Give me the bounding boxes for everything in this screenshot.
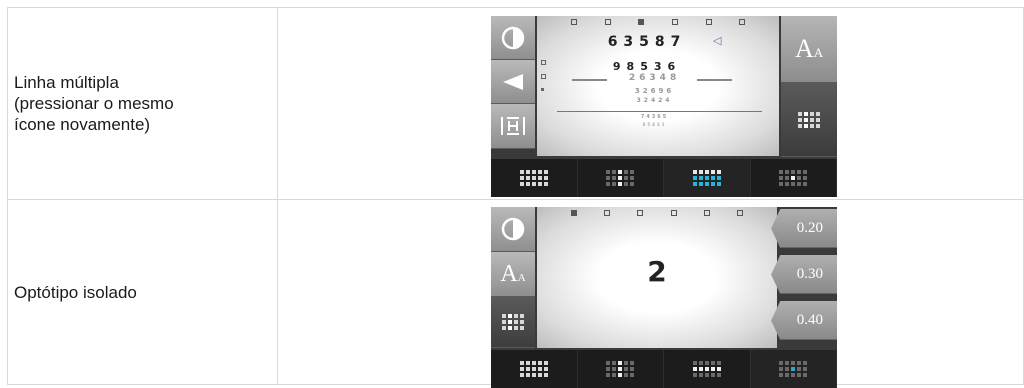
optotype-line-6: 74365 [640,114,669,120]
font-size-small-glyph: A [813,45,824,60]
tab-multiple-lines[interactable] [664,350,751,388]
table-row: Linha múltipla (pressionar o mesmo ícone… [6,7,1024,200]
contrast-icon [501,217,525,241]
grid-icon [502,314,525,330]
acuity-button-1[interactable]: 0.20 [771,209,838,248]
tab-single-column[interactable] [578,350,665,388]
mode-tabbar [491,350,838,388]
row-label: Optótipo isolado [14,282,137,302]
acuity-button-2[interactable]: 0.30 [771,255,838,294]
tab-multiple-lines[interactable] [664,159,751,197]
contrast-button[interactable] [491,207,536,252]
grid-icon [779,170,808,186]
optotype-line-2: 98536 [612,60,682,73]
position-markers [537,19,779,25]
grid-icon [692,361,721,377]
position-markers [537,210,777,216]
line-marker-right [697,79,733,81]
tab-full-chart[interactable] [491,159,578,197]
document-table: Linha múltipla (pressionar o mesmo ícone… [6,7,1024,388]
tab-single-optotype[interactable] [750,350,838,388]
row-label: Linha múltipla (pressionar o mesmo ícone… [14,73,174,134]
row-label-cell: Linha múltipla (pressionar o mesmo ícone… [6,7,279,200]
arrow-button[interactable] [491,60,536,104]
screenshot-cell: AA 2 0.20 0.30 0.40 [277,199,1024,388]
split-button[interactable] [491,104,536,149]
mode-tabbar [491,159,838,197]
optotype-line-7: 85431 [642,122,667,127]
optotype-line-4: 32696 [634,87,675,95]
optotype-line-5: 32424 [636,97,673,104]
grid-icon [606,170,635,186]
chart-screen: 2 [537,207,778,348]
font-size-small-glyph: A [517,272,526,284]
font-size-large-glyph: A [794,34,814,63]
tab-full-chart[interactable] [491,350,578,388]
font-size-button[interactable]: AA [781,16,838,83]
table-row: Optótipo isolado AA 2 0.20 0.30 0.40 [6,199,1024,388]
arrow-left-icon [503,73,524,90]
line-marker-left [572,79,608,81]
optotype-line-1: 63587 [607,34,687,50]
grid-icon [779,361,808,377]
acuity-button-3[interactable]: 0.40 [771,301,838,340]
optotype-line-3: 26348 [628,73,681,83]
row-marker [541,60,547,65]
device-screenshot-single: AA 2 0.20 0.30 0.40 [491,207,838,388]
grid-icon [798,111,821,128]
font-size-large-glyph: A [500,260,518,287]
grid-icon [692,170,721,186]
grid-button[interactable] [781,83,838,157]
screenshot-cell: 63587 ◁ 98536 26348 32696 32424 74365 85… [277,7,1024,200]
pointer-icon: ◁ [713,35,722,47]
grid-icon [519,170,548,186]
contrast-icon [501,26,525,49]
grid-icon [519,361,548,377]
contrast-button[interactable] [491,16,536,60]
row-marker [541,74,547,79]
line-marker-long [557,111,763,112]
horizontal-split-icon [501,117,526,135]
grid-button[interactable] [491,297,536,348]
row-label-cell: Optótipo isolado [6,199,279,385]
single-optotype: 2 [647,255,667,288]
tab-single-optotype[interactable] [751,159,838,197]
grid-icon [606,361,635,377]
chart-screen: 63587 ◁ 98536 26348 32696 32424 74365 85… [537,16,780,156]
device-screenshot-multiline: 63587 ◁ 98536 26348 32696 32424 74365 85… [491,16,838,197]
font-size-button[interactable]: AA [491,252,536,297]
tab-single-column[interactable] [578,159,665,197]
row-marker [541,88,545,91]
